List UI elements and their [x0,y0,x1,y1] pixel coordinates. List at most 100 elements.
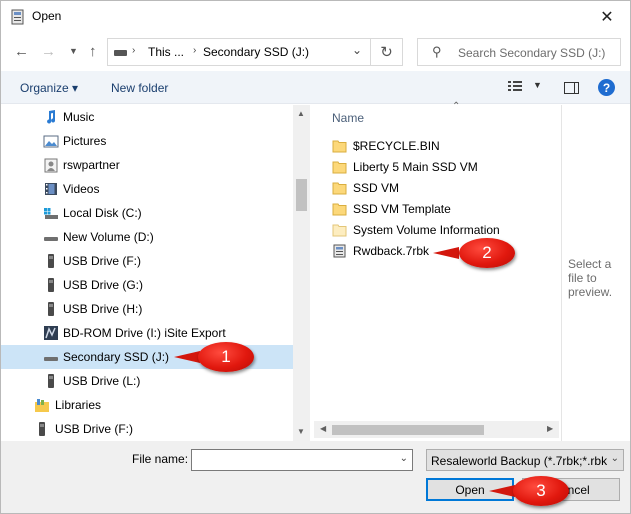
folder-icon [332,140,347,153]
nav-item-usb-h[interactable]: USB Drive (H:) [1,297,293,321]
user-folder-icon [44,158,58,173]
forward-arrow-icon[interactable]: → [41,43,56,60]
refresh-button[interactable]: ↻ [371,38,403,66]
usb-drive-icon [39,422,45,436]
callout-3: 3 [489,476,571,506]
command-bar: Organize ▾ New folder ▼ ? [1,71,630,104]
nav-item-pictures[interactable]: Pictures [1,129,293,153]
list-item-folder[interactable]: Liberty 5 Main SSD VM [332,157,542,178]
nav-label: Secondary SSD (J:) [63,350,170,364]
system-drive-icon [44,208,58,219]
music-icon [47,110,56,124]
nav-label: USB Drive (F:) [55,422,133,436]
preview-pane: Select a file to preview. [561,105,631,441]
nav-item-usb-f-2[interactable]: USB Drive (F:) [1,417,293,441]
scrollbar-thumb[interactable] [332,425,484,435]
address-bar[interactable]: › This ... › Secondary SSD (J:) ⌄ [107,38,371,66]
chevron-down-icon[interactable]: ⌄ [400,453,408,464]
breadcrumb-this-pc[interactable]: This ... [148,45,184,59]
file-name-label: File name: [132,452,189,466]
usb-drive-icon [48,374,54,388]
folder-icon [332,161,347,174]
scroll-right-icon[interactable]: ▶ [547,424,553,433]
callout-pointer [433,247,459,259]
up-arrow-icon[interactable]: ↑ [89,43,97,60]
usb-drive-icon [48,302,54,316]
backup-file-icon [333,244,346,258]
nav-item-usb-l[interactable]: USB Drive (L:) [1,369,293,393]
videos-icon [45,183,57,195]
nav-label: New Volume (D:) [63,230,154,244]
nav-label: USB Drive (G:) [63,278,144,292]
file-type-select[interactable]: Resaleworld Backup (*.7rbk;*.rbk ⌄ [426,449,624,471]
new-folder-button[interactable]: New folder [111,81,168,95]
title-bar: Open ✕ [1,1,630,32]
pictures-icon [43,135,59,148]
sort-ascending-icon: ⌃ [452,101,461,112]
scroll-down-icon[interactable]: ▼ [297,427,305,436]
file-name: Rwdback.7rbk [353,244,430,258]
nav-item-usb-g[interactable]: USB Drive (G:) [1,273,293,297]
callout-pointer [489,485,515,497]
breadcrumb-chevron-icon[interactable]: › [132,45,135,56]
callout-pointer [174,351,200,363]
callout-badge: 2 [459,238,515,268]
nav-item-videos[interactable]: Videos [1,177,293,201]
chevron-down-icon[interactable]: ⌄ [611,453,619,464]
column-header-name[interactable]: Name [332,111,364,125]
folder-icon [332,182,347,195]
navigation-pane: Music Pictures rswpartner Videos Local D… [1,105,309,441]
nav-item-libraries[interactable]: Libraries [1,393,293,417]
preview-pane-icon[interactable] [564,82,579,94]
organize-button[interactable]: Organize ▾ [20,81,78,95]
open-dialog: Open ✕ ← → ▼ ↑ › This ... › Secondary SS… [0,0,631,514]
nav-item-local-disk-c[interactable]: Local Disk (C:) [1,201,293,225]
folder-icon [332,203,347,216]
breadcrumb-current[interactable]: Secondary SSD (J:) [203,45,309,59]
file-name: $RECYCLE.BIN [353,139,440,153]
scroll-left-icon[interactable]: ◀ [320,424,326,433]
scrollbar-thumb[interactable] [296,179,307,211]
preview-placeholder: Select a file to preview. [568,257,613,299]
nav-item-usb-f[interactable]: USB Drive (F:) [1,249,293,273]
nav-label: USB Drive (L:) [63,374,141,388]
nav-item-rswpartner[interactable]: rswpartner [1,153,293,177]
breadcrumb-chevron-icon[interactable]: › [193,45,196,56]
view-chevron-down-icon[interactable]: ▼ [533,80,542,90]
recent-locations-chevron-icon[interactable]: ▼ [69,46,78,56]
file-name: SSD VM [353,181,400,195]
scroll-up-icon[interactable]: ▲ [297,109,305,118]
list-item-folder[interactable]: $RECYCLE.BIN [332,136,542,157]
close-button[interactable]: ✕ [584,1,630,32]
folder-icon [332,224,347,237]
nav-label: Music [63,110,95,124]
nav-label: Pictures [63,134,107,148]
search-icon: ⚲ [432,44,442,59]
file-list-hscrollbar[interactable]: ◀ ▶ [314,421,559,438]
nav-item-music[interactable]: Music [1,105,293,129]
file-name-input[interactable]: ⌄ [191,449,413,471]
nav-label: USB Drive (H:) [63,302,143,316]
drive-icon [44,357,58,361]
nav-label: rswpartner [63,158,120,172]
back-arrow-icon[interactable]: ← [14,43,29,60]
app-icon [11,9,24,25]
file-list: ⌃ Name $RECYCLE.BIN Liberty 5 Main SSD V… [313,101,561,441]
usb-drive-icon [48,254,54,268]
drive-icon [114,50,127,56]
address-row: ← → ▼ ↑ › This ... › Secondary SSD (J:) … [1,35,630,69]
nav-item-new-volume-d[interactable]: New Volume (D:) [1,225,293,249]
nav-scrollbar[interactable]: ▲ ▼ [293,105,310,441]
open-button-label: Open [455,482,485,497]
list-item-folder[interactable]: SSD VM Template [332,199,542,220]
nav-label: Videos [63,182,100,196]
chevron-down-icon[interactable]: ⌄ [352,43,362,57]
libraries-icon [35,399,49,412]
search-box[interactable]: ⚲ Search Secondary SSD (J:) [417,38,621,66]
callout-1: 1 [174,342,256,372]
nav-label: BD-ROM Drive (I:) iSite Export [63,326,226,340]
view-options-icon[interactable] [508,80,522,92]
file-name: Liberty 5 Main SSD VM [353,160,478,174]
help-icon[interactable]: ? [598,79,615,96]
list-item-folder[interactable]: SSD VM [332,178,542,199]
